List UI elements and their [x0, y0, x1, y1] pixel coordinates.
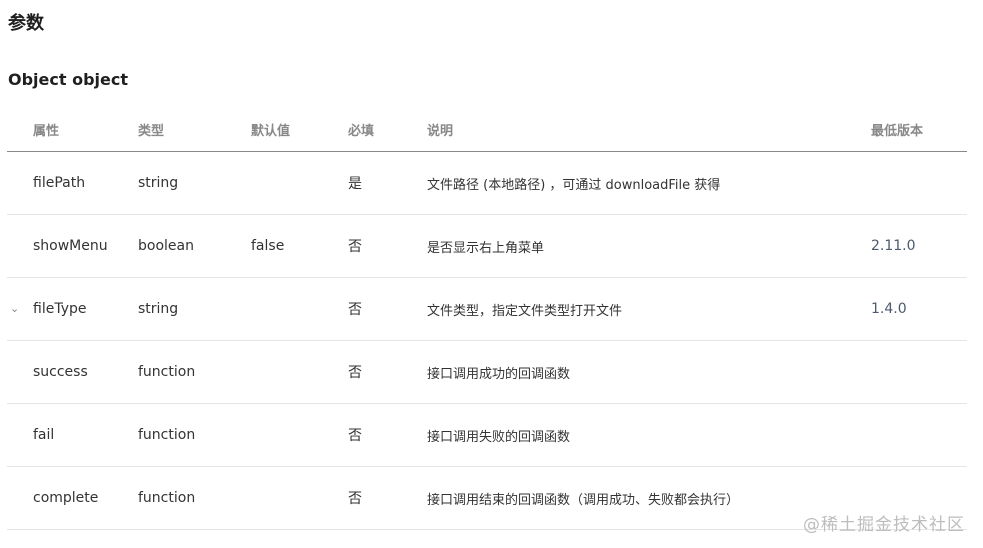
- header-min-version: 最低版本: [871, 108, 967, 152]
- cell-min-version: 2.11.0: [871, 214, 967, 278]
- cell-required: 否: [348, 340, 427, 404]
- cell-default: false: [251, 214, 348, 278]
- cell-default: [251, 403, 348, 467]
- cell-type: string: [138, 277, 251, 341]
- object-title: Object object: [8, 70, 129, 89]
- cell-description: 接口调用失败的回调函数: [427, 403, 871, 467]
- cell-min-version: [871, 340, 967, 404]
- cell-default: [251, 466, 348, 530]
- table-row: fail function 否 接口调用失败的回调函数: [7, 403, 967, 467]
- cell-type: function: [138, 466, 251, 530]
- cell-default: [251, 277, 348, 341]
- cell-min-version: 1.4.0: [871, 277, 967, 341]
- cell-type: function: [138, 340, 251, 404]
- table-row[interactable]: ⌄ fileType string 否 文件类型，指定文件类型打开文件 1.4.…: [7, 277, 967, 341]
- table-row: success function 否 接口调用成功的回调函数: [7, 340, 967, 404]
- cell-required: 否: [348, 214, 427, 278]
- cell-property: filePath: [7, 151, 138, 215]
- chevron-down-icon[interactable]: ⌄: [10, 303, 19, 314]
- cell-property: fail: [7, 403, 138, 467]
- cell-property: complete: [7, 466, 138, 530]
- header-property: 属性: [7, 108, 138, 152]
- cell-type: boolean: [138, 214, 251, 278]
- params-table: 属性 类型 默认值 必填 说明 最低版本 filePath string 是 文…: [7, 108, 967, 530]
- section-title: 参数: [8, 13, 44, 34]
- cell-description: 文件类型，指定文件类型打开文件: [427, 277, 871, 341]
- cell-property: showMenu: [7, 214, 138, 278]
- table-row: filePath string 是 文件路径 (本地路径) ，可通过 downl…: [7, 151, 967, 215]
- cell-min-version: [871, 403, 967, 467]
- table-header-row: 属性 类型 默认值 必填 说明 最低版本: [7, 108, 967, 152]
- cell-required: 是: [348, 151, 427, 215]
- cell-description: 文件路径 (本地路径) ，可通过 downloadFile 获得: [427, 151, 871, 215]
- cell-min-version: [871, 151, 967, 215]
- cell-description: 接口调用成功的回调函数: [427, 340, 871, 404]
- cell-default: [251, 340, 348, 404]
- cell-required: 否: [348, 466, 427, 530]
- cell-description: 是否显示右上角菜单: [427, 214, 871, 278]
- header-description: 说明: [427, 108, 871, 152]
- cell-required: 否: [348, 277, 427, 341]
- cell-property: success: [7, 340, 138, 404]
- header-type: 类型: [138, 108, 251, 152]
- cell-required: 否: [348, 403, 427, 467]
- cell-property-label: fileType: [33, 301, 87, 317]
- watermark: @稀土掘金技术社区: [803, 515, 965, 535]
- header-required: 必填: [348, 108, 427, 152]
- cell-type: string: [138, 151, 251, 215]
- header-default: 默认值: [251, 108, 348, 152]
- cell-default: [251, 151, 348, 215]
- table-row: showMenu boolean false 否 是否显示右上角菜单 2.11.…: [7, 214, 967, 278]
- cell-property-expandable[interactable]: ⌄ fileType: [7, 277, 138, 341]
- cell-type: function: [138, 403, 251, 467]
